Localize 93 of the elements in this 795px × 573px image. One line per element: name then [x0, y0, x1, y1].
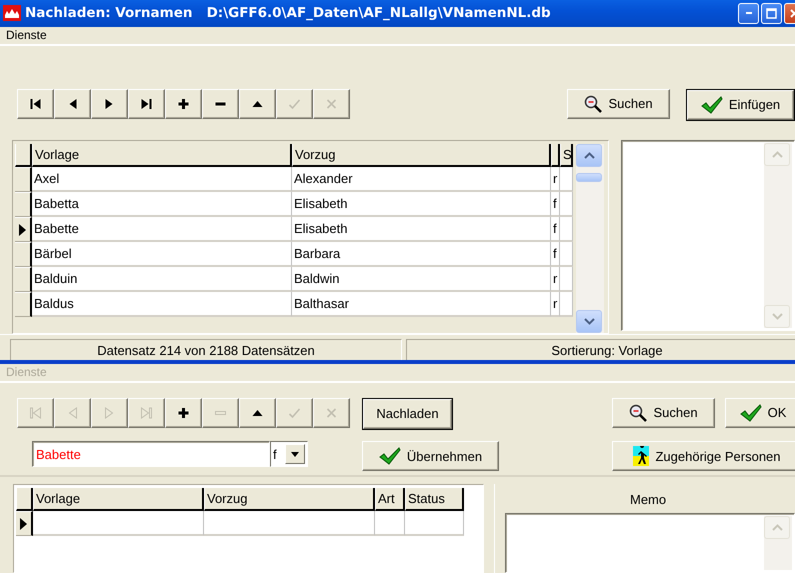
table-cell: Alexander	[292, 167, 551, 192]
table-cell: Balduin	[32, 267, 292, 292]
table-cell: f	[551, 217, 560, 242]
apply-button[interactable]: Übernehmen	[362, 441, 499, 472]
toolbar-button[interactable]	[17, 88, 54, 118]
table-cell	[560, 167, 573, 192]
table-cell: r	[551, 267, 560, 292]
row-indicator[interactable]	[15, 192, 32, 218]
table-cell: Axel	[32, 167, 292, 192]
table-cell: Elisabeth	[292, 192, 551, 218]
scroll-thumb[interactable]	[576, 173, 602, 182]
maximize-button[interactable]	[761, 2, 782, 24]
toolbar-button[interactable]	[202, 88, 239, 118]
previous-record-icon	[66, 406, 79, 419]
cross-icon	[325, 98, 338, 110]
row-indicator[interactable]	[15, 242, 32, 268]
checkmark-icon	[288, 406, 301, 419]
row-indicator[interactable]	[15, 292, 32, 318]
scroll-down-button[interactable]	[576, 310, 602, 334]
table-cell: r	[551, 167, 560, 192]
table-cell	[375, 511, 405, 536]
plus-icon	[177, 406, 190, 419]
toolbar-button[interactable]	[239, 398, 276, 428]
table-cell	[560, 192, 573, 218]
name-field[interactable]: Babette	[32, 441, 270, 468]
column-header[interactable]	[551, 144, 560, 168]
checkmark-icon	[740, 404, 762, 422]
table-cell	[560, 267, 573, 292]
column-header[interactable]: Vorzug	[204, 488, 375, 511]
walking-person-icon	[633, 446, 650, 466]
table-cell: Babette	[32, 217, 292, 242]
column-header[interactable]: Vorlage	[32, 144, 292, 168]
insert-button[interactable]: Einfügen	[686, 88, 795, 120]
checkmark-icon	[378, 447, 401, 466]
table-cell	[560, 292, 573, 318]
minimize-button[interactable]	[738, 2, 759, 24]
reload-button[interactable]: Nachladen	[362, 398, 453, 430]
row-indicator[interactable]	[15, 267, 32, 292]
column-header[interactable]: Vorlage	[33, 488, 204, 511]
column-header[interactable]: S	[560, 144, 573, 168]
toolbar-button[interactable]	[128, 88, 165, 118]
checkmark-icon	[700, 96, 723, 114]
toolbar-button[interactable]	[91, 88, 128, 118]
minimize-icon	[746, 12, 752, 14]
magnifier-icon	[584, 94, 602, 112]
row-indicator[interactable]	[15, 217, 32, 242]
dropdown-arrow-icon	[291, 452, 299, 457]
toolbar-button[interactable]	[54, 88, 91, 118]
scrollbar[interactable]	[764, 516, 792, 570]
scroll-up-button[interactable]	[576, 144, 602, 168]
checkmark-icon	[288, 98, 301, 110]
column-header[interactable]: Vorzug	[292, 144, 551, 168]
table-cell: f	[551, 192, 560, 218]
related-persons-button[interactable]: Zugehörige Personen	[612, 441, 795, 472]
table-cell: Balthasar	[292, 292, 551, 318]
first-record-icon	[29, 98, 42, 110]
scrollbar[interactable]	[576, 144, 604, 334]
table-cell: Elisabeth	[292, 217, 551, 242]
ok-button[interactable]: OK	[725, 398, 795, 428]
toolbar-button[interactable]	[165, 88, 202, 118]
first-record-icon	[29, 406, 42, 419]
search-button[interactable]: Suchen	[612, 398, 715, 428]
plus-icon	[177, 98, 190, 110]
table-cell	[405, 511, 464, 536]
maximize-icon	[766, 8, 777, 19]
table-cell: Baldus	[32, 292, 292, 318]
header-corner	[16, 488, 33, 511]
window-title: Nachladen: Vornamen D:\GFF6.0\AF_Daten\AF_NLallg\VNamenNL.db	[25, 5, 552, 22]
header-corner	[15, 144, 32, 168]
next-record-icon	[103, 406, 116, 419]
column-header[interactable]: Art	[375, 488, 405, 511]
table-cell: Baldwin	[292, 267, 551, 292]
magnifier-icon	[629, 404, 648, 422]
gender-dropdown[interactable]: f	[270, 441, 308, 468]
toolbar-button[interactable]	[239, 88, 276, 118]
table-cell: Bärbel	[32, 242, 292, 268]
table-cell: f	[551, 242, 560, 268]
column-header[interactable]: Status	[405, 488, 464, 511]
table-cell: r	[551, 292, 560, 318]
last-record-icon	[140, 406, 153, 419]
toolbar-button[interactable]	[165, 398, 202, 428]
cross-icon	[325, 406, 338, 419]
table-cell	[560, 242, 573, 268]
menu-item[interactable]: Dienste	[6, 28, 47, 42]
table-cell: Barbara	[292, 242, 551, 268]
app-logo-icon	[3, 5, 21, 22]
row-indicator[interactable]	[15, 167, 32, 192]
search-button[interactable]: Suchen	[567, 88, 670, 118]
row-indicator[interactable]	[16, 511, 33, 536]
last-record-icon	[140, 98, 153, 110]
memo-label: Memo	[630, 492, 666, 507]
table-cell: Babetta	[32, 192, 292, 218]
table-cell	[560, 217, 573, 242]
